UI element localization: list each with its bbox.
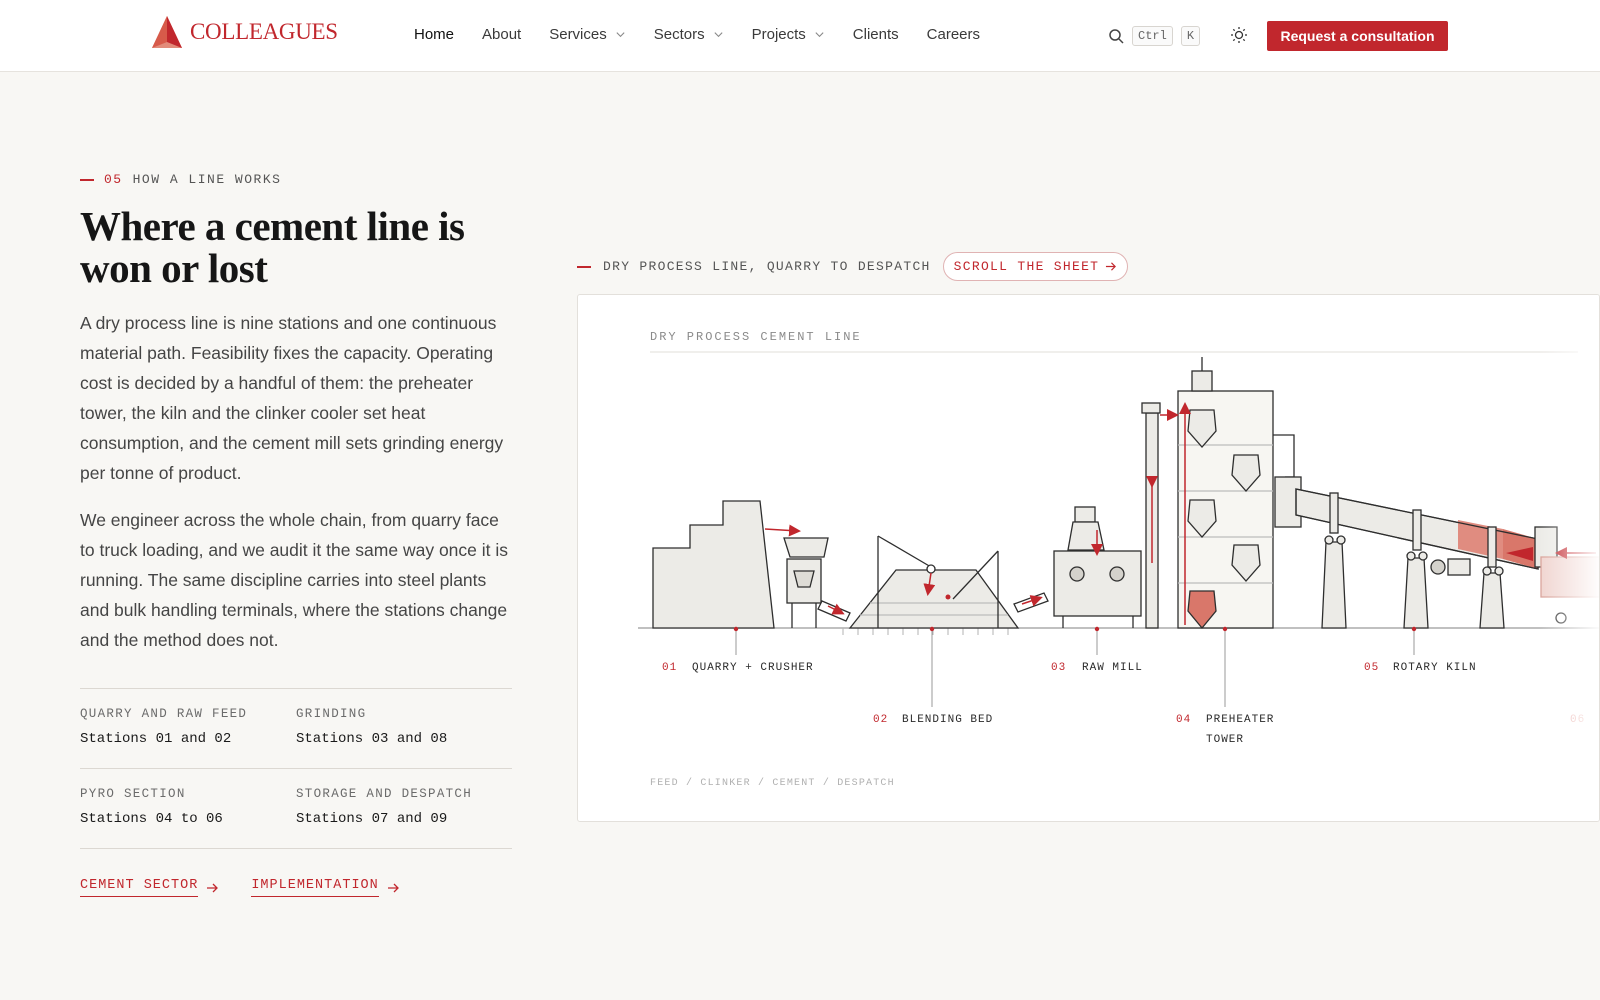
request-consultation-button[interactable]: Request a consultation xyxy=(1267,21,1448,51)
arrow-right-icon xyxy=(207,883,219,892)
nav-services-label: Services xyxy=(549,26,607,43)
process-line-diagram: DRY PROCESS CEMENT LINE 01 QUARRY + CRUS… xyxy=(638,330,1599,789)
station-group-label: STORAGE AND DESPATCH xyxy=(296,787,473,801)
nav-sectors-label: Sectors xyxy=(653,26,705,43)
section-eyebrow-label: HOW A LINE WORKS xyxy=(132,172,282,187)
station-number: 05 xyxy=(1364,662,1379,674)
brand-logo[interactable]: COLLEAGUES xyxy=(150,14,338,50)
arrow-right-icon xyxy=(1106,262,1117,271)
logo-mark-icon xyxy=(152,16,182,48)
section-number: 05 xyxy=(104,172,123,187)
station-group: QUARRY AND RAW FEED Stations 01 and 02 xyxy=(80,689,296,768)
preheater-tower xyxy=(1141,357,1295,630)
station-group: STORAGE AND DESPATCH Stations 07 and 09 xyxy=(296,769,512,848)
station-group-row: PYRO SECTION Stations 04 to 06 STORAGE A… xyxy=(80,769,512,849)
nav-home-label: Home xyxy=(414,26,455,43)
chevron-down-icon xyxy=(815,32,824,38)
blending-bed-machine xyxy=(848,535,1049,629)
station-name: PREHEATER xyxy=(1206,714,1274,726)
rotary-kiln xyxy=(1274,476,1599,629)
nav-projects[interactable]: Projects xyxy=(752,26,825,43)
diagram-title: DRY PROCESS CEMENT LINE xyxy=(650,330,862,344)
station-name: ROTARY KILN xyxy=(1393,662,1477,674)
section-links: CEMENT SECTOR IMPLEMENTATION xyxy=(80,878,400,897)
implementation-link-label: IMPLEMENTATION xyxy=(251,878,379,897)
shortcut-key-ctrl: Ctrl xyxy=(1132,26,1173,46)
station-label-03[interactable]: 03 RAW MILL xyxy=(1051,662,1143,674)
search-button[interactable]: Ctrl K xyxy=(1108,26,1201,46)
sheet-caption: DRY PROCESS LINE, QUARRY TO DESPATCH xyxy=(603,259,931,274)
scroll-sheet-button[interactable]: SCROLL THE SHEET xyxy=(942,252,1129,281)
station-name: BLENDING BED xyxy=(902,714,993,726)
station-number: 04 xyxy=(1176,714,1191,726)
nav-sectors[interactable]: Sectors xyxy=(654,26,724,43)
nav-careers[interactable]: Careers xyxy=(927,26,980,43)
search-icon xyxy=(1109,29,1124,44)
chevron-down-icon xyxy=(714,32,723,38)
scroll-sheet-label: SCROLL THE SHEET xyxy=(953,259,1100,274)
nav-careers-label: Careers xyxy=(926,26,981,43)
accent-dash xyxy=(80,178,94,181)
implementation-link[interactable]: IMPLEMENTATION xyxy=(251,878,399,897)
station-name: QUARRY + CRUSHER xyxy=(692,662,814,674)
station-number: 06 xyxy=(1570,714,1585,726)
station-label-05[interactable]: 05 ROTARY KILN xyxy=(1364,662,1477,674)
station-group: GRINDING Stations 03 and 08 xyxy=(296,689,512,768)
nav-clients[interactable]: Clients xyxy=(853,26,899,43)
station-group: PYRO SECTION Stations 04 to 06 xyxy=(80,769,296,848)
station-leaders xyxy=(735,628,1415,707)
sun-icon xyxy=(1231,27,1247,43)
station-groups: QUARRY AND RAW FEED Stations 01 and 02 G… xyxy=(80,688,512,849)
station-group-label: QUARRY AND RAW FEED xyxy=(80,707,248,721)
station-name: RAW MILL xyxy=(1082,662,1143,674)
diagram-footer: FEED / CLINKER / CEMENT / DESPATCH xyxy=(650,777,895,789)
station-label-01[interactable]: 01 QUARRY + CRUSHER xyxy=(662,662,814,674)
station-group-value: Stations 07 and 09 xyxy=(296,811,448,827)
station-label-04[interactable]: 04 PREHEATER TOWER xyxy=(1176,714,1274,746)
station-group-value: Stations 04 to 06 xyxy=(80,811,223,827)
station-number: 01 xyxy=(662,662,677,674)
process-diagram-sheet[interactable]: DRY PROCESS CEMENT LINE 01 QUARRY + CRUS… xyxy=(577,294,1600,822)
station-number: 02 xyxy=(873,714,888,726)
arrow-right-icon xyxy=(387,883,399,892)
nav-home[interactable]: Home xyxy=(414,26,454,43)
nav-projects-label: Projects xyxy=(751,26,806,43)
nav-services[interactable]: Services xyxy=(549,26,626,43)
accent-dash xyxy=(577,265,591,268)
cement-sector-link-label: CEMENT SECTOR xyxy=(80,878,199,897)
chevron-down-icon xyxy=(616,32,625,38)
main-nav: Home About Services Sectors Projects Cli… xyxy=(414,26,1008,43)
intro-paragraph: A dry process line is nine stations and … xyxy=(80,313,504,483)
station-name-line2: TOWER xyxy=(1206,734,1244,746)
top-navigation-bar: COLLEAGUES Home About Services Sectors P… xyxy=(0,0,1600,72)
section-eyebrow: 05 HOW A LINE WORKS xyxy=(80,172,281,187)
nav-clients-label: Clients xyxy=(852,26,899,43)
sheet-header: DRY PROCESS LINE, QUARRY TO DESPATCH SCR… xyxy=(577,252,1129,281)
theme-toggle[interactable] xyxy=(1230,26,1250,46)
ground-ticks xyxy=(842,628,1009,635)
station-group-label: GRINDING xyxy=(296,707,367,721)
brand-name: COLLEAGUES xyxy=(190,19,338,44)
station-group-value: Stations 03 and 08 xyxy=(296,731,448,747)
station-group-row: QUARRY AND RAW FEED Stations 01 and 02 G… xyxy=(80,689,512,769)
nav-about-label: About xyxy=(482,26,522,43)
station-number: 03 xyxy=(1051,662,1066,674)
nav-about[interactable]: About xyxy=(482,26,521,43)
station-group-label: PYRO SECTION xyxy=(80,787,186,801)
section-title: Where a cement line is won or lost xyxy=(80,203,465,291)
quarry-crusher-machine xyxy=(652,500,851,629)
station-label-06[interactable]: 06 xyxy=(1570,714,1585,726)
station-label-02[interactable]: 02 BLENDING BED xyxy=(873,714,993,726)
shortcut-key-k: K xyxy=(1180,26,1201,46)
station-group-value: Stations 01 and 02 xyxy=(80,731,232,747)
raw-mill-machine xyxy=(1053,506,1142,628)
cement-sector-link[interactable]: CEMENT SECTOR xyxy=(80,878,219,897)
method-paragraph: We engineer across the whole chain, from… xyxy=(80,510,509,650)
